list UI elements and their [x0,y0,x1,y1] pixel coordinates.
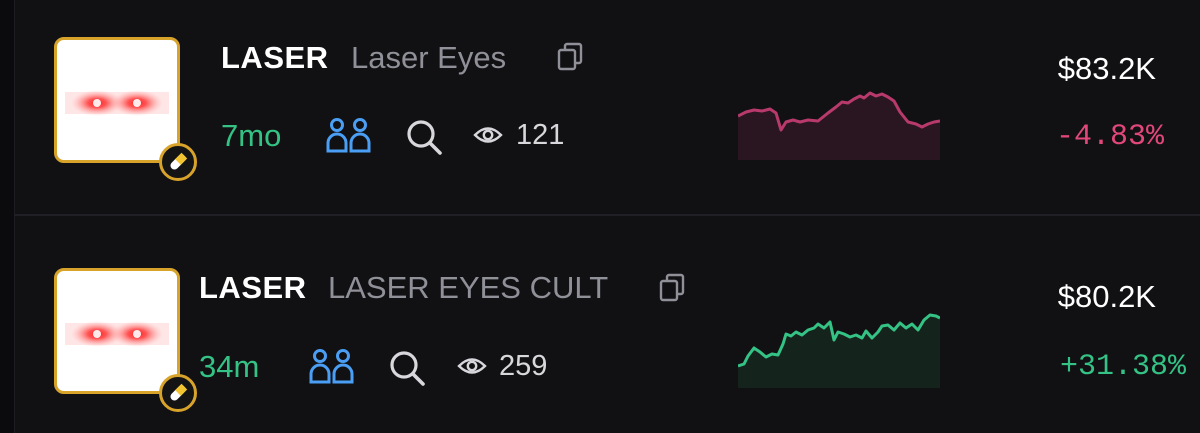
token-image[interactable] [54,37,197,181]
token-name: Laser Eyes [351,40,507,75]
price-change: -4.83% [1055,120,1164,154]
price-sparkline [738,91,940,160]
pill-icon [170,152,188,170]
pill-badge [159,374,197,412]
token-row[interactable]: LASER LASER EYES CULT 34m 259 $80.2K +31… [0,216,1200,433]
view-count: 259 [499,350,548,382]
token-image-inner [65,279,169,383]
pill-badge [159,143,197,181]
token-image-inner [65,48,169,152]
copy-icon[interactable] [658,272,688,302]
search-icon[interactable] [404,117,444,157]
token-image[interactable] [54,268,197,412]
holders-icon[interactable] [326,117,372,155]
token-row[interactable]: LASER Laser Eyes 7mo 121 $83.2K -4.83% [0,0,1200,214]
laser-eyes-image [65,321,169,347]
price-change: +31.38% [1059,350,1186,384]
view-count: 121 [516,119,565,151]
market-cap: $80.2K [1057,279,1156,314]
market-cap: $83.2K [1057,51,1156,86]
copy-icon[interactable] [556,41,586,71]
token-ticker: LASER [199,270,307,305]
laser-eyes-image [65,90,169,116]
holders-icon[interactable] [309,348,355,386]
price-sparkline [738,313,940,388]
token-name: LASER EYES CULT [328,270,609,305]
eye-icon [457,358,487,374]
pill-icon [170,383,188,401]
token-age: 34m [199,349,260,384]
token-ticker: LASER [221,40,329,75]
token-list: LASER Laser Eyes 7mo 121 $83.2K -4.83% L… [0,0,1200,433]
search-icon[interactable] [387,348,427,388]
eye-icon [473,127,503,143]
token-age: 7mo [221,118,282,153]
